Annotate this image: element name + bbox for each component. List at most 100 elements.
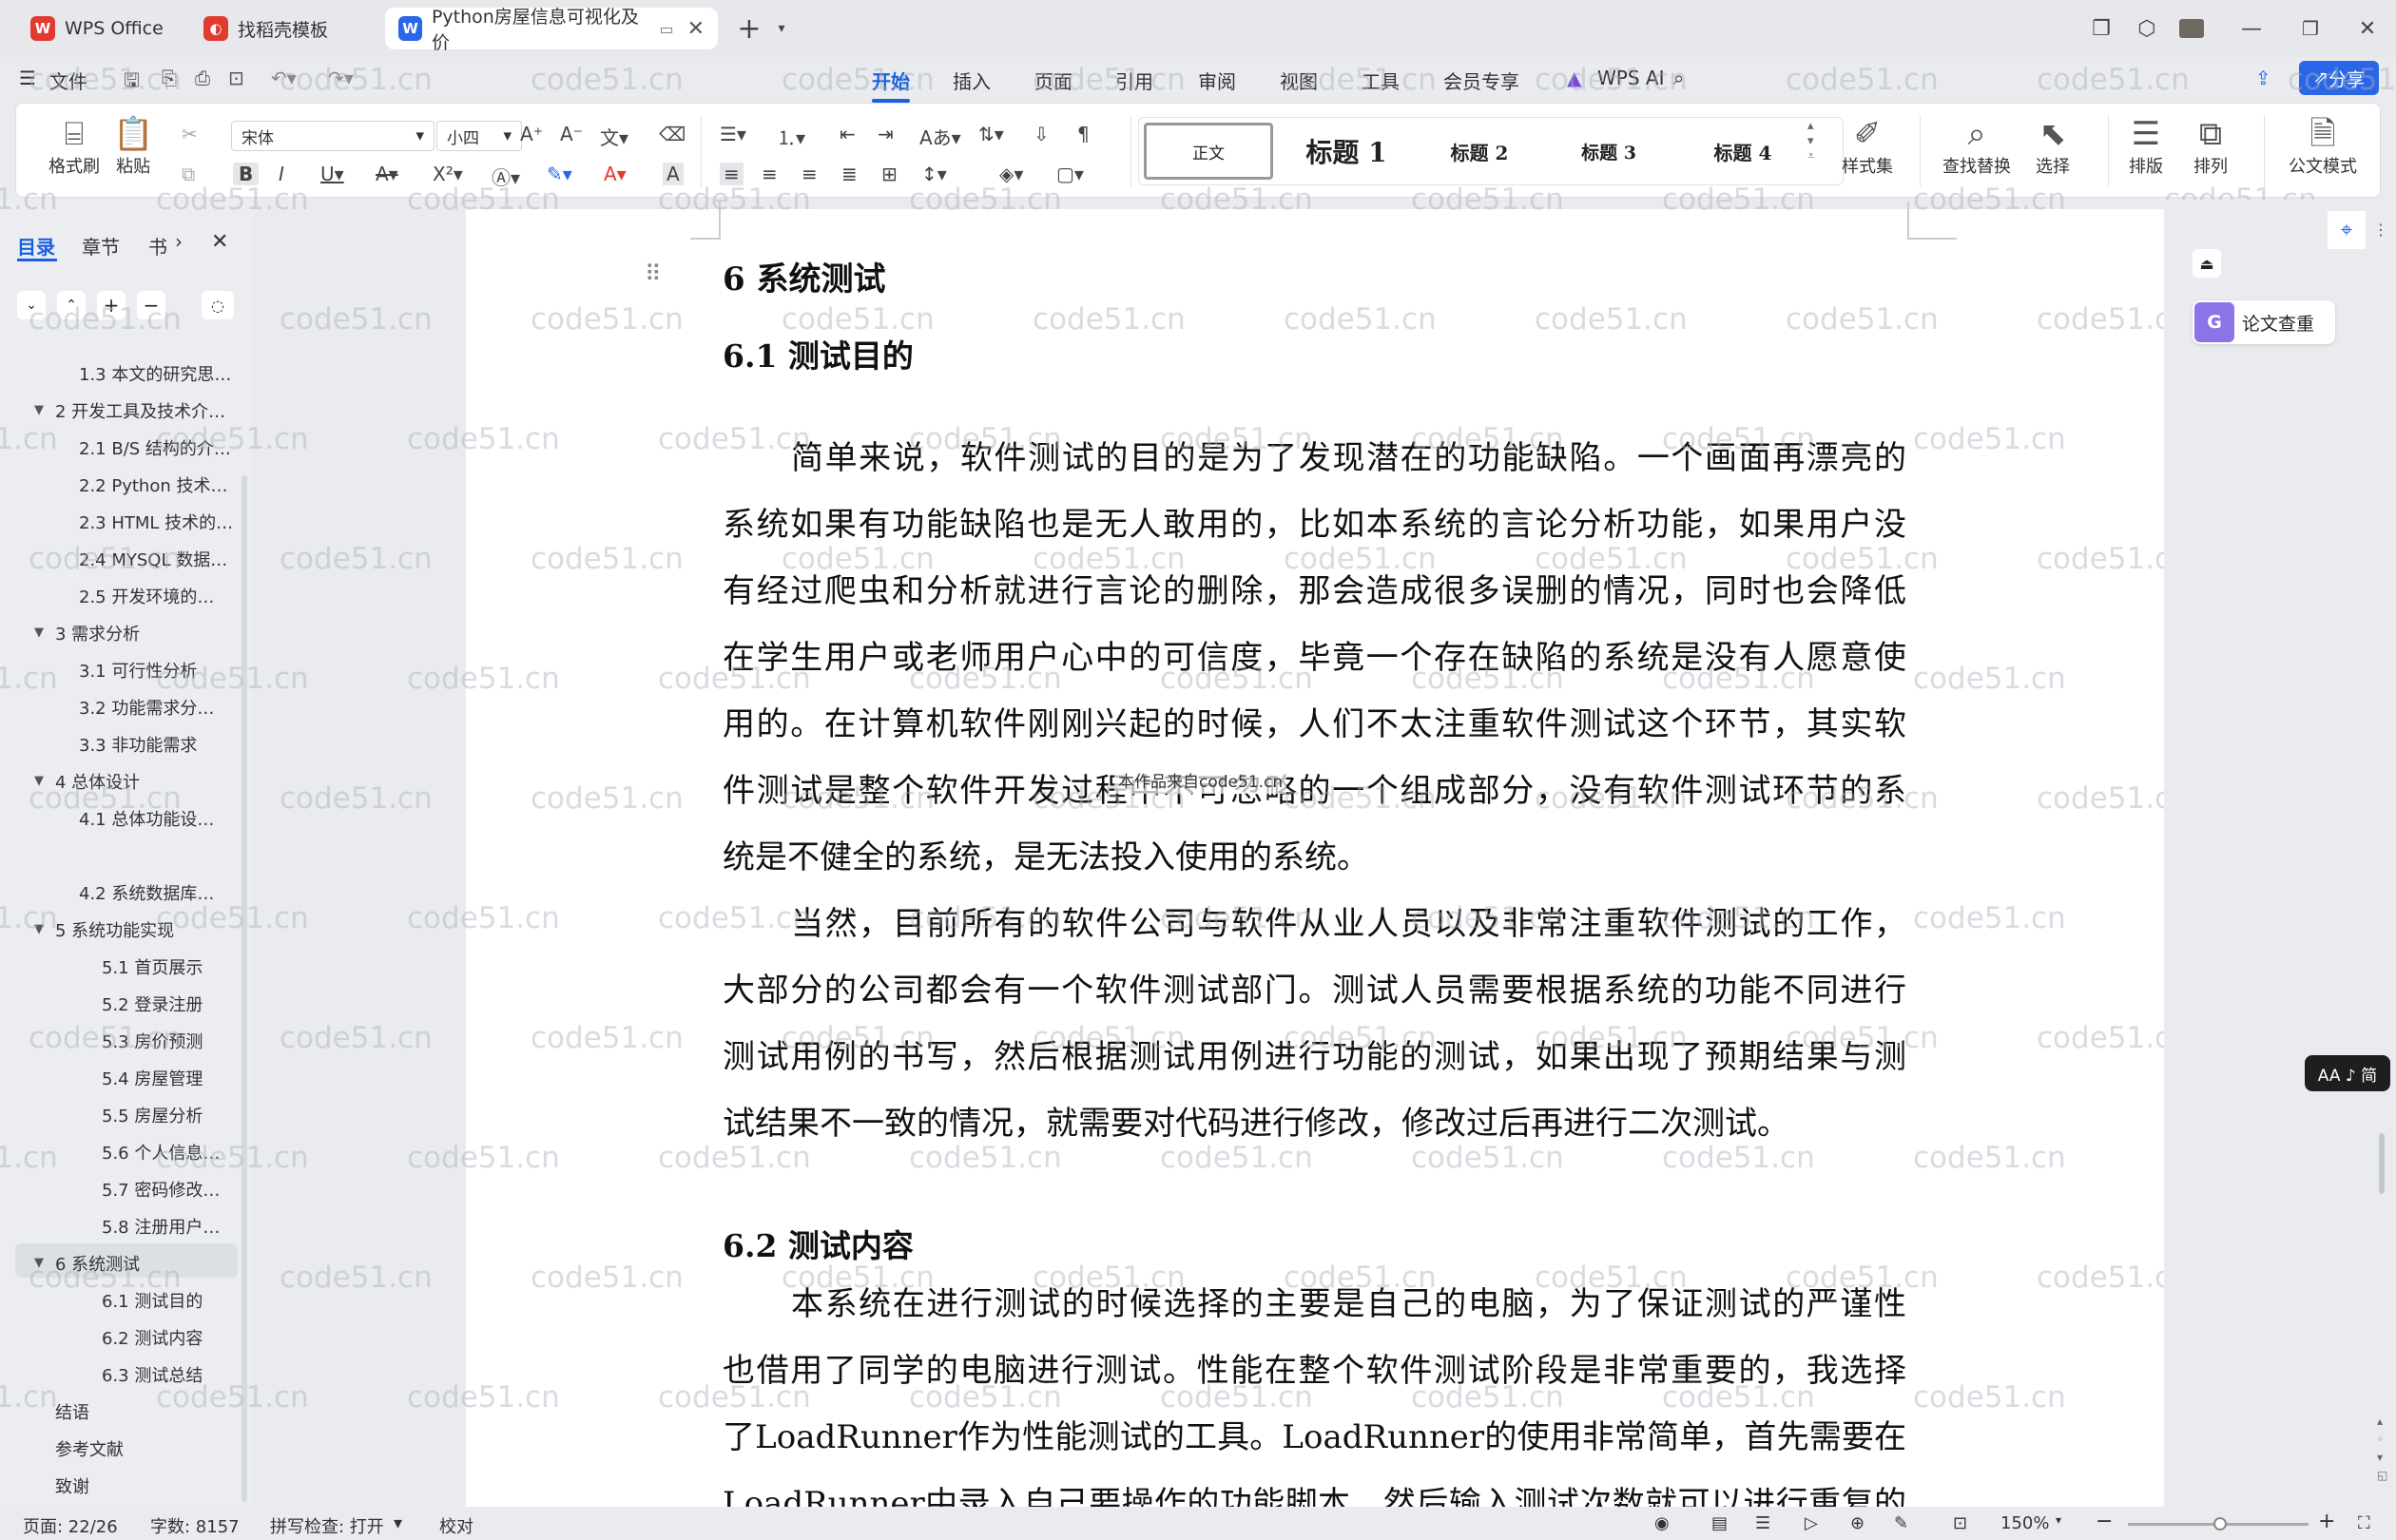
caret-down-icon[interactable]: ▼: [34, 774, 44, 788]
find-replace-button[interactable]: ⌕ 查找替换: [1942, 115, 2011, 178]
font-select[interactable]: 宋体 ▾: [231, 121, 435, 151]
toc-item[interactable]: 2.4 MYSQL 数据…: [79, 547, 227, 571]
close-window-icon[interactable]: ✕: [2352, 13, 2383, 44]
toc-item[interactable]: 4.1 总体功能设…: [79, 806, 214, 831]
highlight-icon[interactable]: ✎▾: [547, 163, 572, 185]
bold-icon[interactable]: B: [233, 163, 260, 185]
wps-ai-icon[interactable]: ▲: [1567, 67, 1581, 89]
collapse-up-icon[interactable]: ⏏: [2193, 249, 2221, 278]
toc-scrollbar[interactable]: [242, 475, 247, 1502]
page-nav-icons[interactable]: ▴ ◦ ▾ ◱: [2377, 1413, 2387, 1485]
copy-icon[interactable]: ⧉: [182, 163, 195, 185]
border-icon[interactable]: ▢▾: [1056, 163, 1084, 185]
italic-icon[interactable]: I: [279, 163, 284, 185]
style-heading-2[interactable]: 标题 2: [1418, 123, 1541, 180]
toc-item[interactable]: 3.3 非功能需求: [79, 732, 197, 757]
eraser-icon[interactable]: ⌫: [659, 123, 686, 145]
web-view-icon[interactable]: ⊕: [1850, 1513, 1865, 1533]
toc-item[interactable]: 致谢: [55, 1473, 89, 1498]
numbered-list-icon[interactable]: ⒈▾: [777, 123, 805, 150]
format-painter-button[interactable]: ⌸ 格式刷: [48, 115, 100, 178]
tab-document[interactable]: W Python房屋信息可视化及价 ▭ ✕: [385, 7, 718, 53]
menu-file[interactable]: 文件: [49, 67, 87, 94]
official-mode-button[interactable]: 🗎 公文模式: [2289, 115, 2357, 178]
redo-icon[interactable]: ↷▾: [328, 67, 354, 89]
toc-item[interactable]: 5.5 房屋分析: [102, 1103, 203, 1127]
proofread[interactable]: 校对: [439, 1513, 473, 1538]
increase-indent-icon[interactable]: ⇥: [878, 123, 894, 145]
text-direction-icon[interactable]: Aあ▾: [919, 123, 961, 150]
style-set-button[interactable]: ✐ 样式集: [1842, 115, 1893, 178]
caret-down-icon[interactable]: ▼: [34, 403, 44, 417]
strikethrough-icon[interactable]: A▾: [376, 163, 398, 185]
toc-item[interactable]: 参考文献: [55, 1436, 124, 1461]
plagiarism-check-button[interactable]: G 论文查重: [2193, 300, 2335, 344]
caret-down-icon[interactable]: ▼: [34, 1256, 44, 1270]
style-heading-1[interactable]: 标题 1: [1281, 123, 1412, 180]
style-heading-3[interactable]: 标题 3: [1547, 123, 1671, 180]
superscript-icon[interactable]: X²▾: [433, 163, 463, 185]
zoom-level[interactable]: 150%: [2000, 1513, 2049, 1533]
tab-template[interactable]: ◐ 找稻壳模板: [190, 8, 376, 49]
menu-home[interactable]: 开始: [872, 67, 910, 103]
tab-bookmark[interactable]: 书: [148, 232, 167, 260]
zoom-slider-handle[interactable]: [2213, 1517, 2227, 1530]
align-center-icon[interactable]: ≡: [762, 163, 778, 185]
menu-page[interactable]: 页面: [1034, 67, 1072, 94]
page-view-icon[interactable]: ▤: [1711, 1513, 1728, 1533]
toc-item[interactable]: 2.2 Python 技术…: [79, 472, 227, 497]
shrink-font-icon[interactable]: A⁻: [560, 123, 583, 145]
chevron-right-icon[interactable]: ›: [175, 230, 183, 253]
toc-item[interactable]: 3.2 功能需求分…: [79, 695, 214, 720]
sort-az-icon[interactable]: ⇩: [1034, 123, 1050, 145]
toc-item[interactable]: 3 需求分析: [55, 621, 140, 645]
menu-review[interactable]: 审阅: [1198, 67, 1236, 94]
chevron-down-icon[interactable]: ▾: [2056, 1513, 2061, 1527]
select-button[interactable]: ⬉ 选择: [2036, 115, 2070, 178]
underline-icon[interactable]: U▾: [320, 163, 344, 185]
search-icon[interactable]: ⌕: [1673, 67, 1684, 89]
new-tab-icon[interactable]: +: [734, 12, 764, 46]
more-dots-icon[interactable]: ⋮: [2373, 221, 2388, 239]
toc-item[interactable]: 4 总体设计: [55, 769, 140, 794]
typeset-button[interactable]: ☰ 排版: [2129, 115, 2163, 178]
toc-item[interactable]: 3.1 可行性分析: [79, 658, 197, 683]
font-size-select[interactable]: 小四 ▾: [436, 121, 522, 151]
play-icon[interactable]: ▷: [1805, 1513, 1818, 1533]
toc-item[interactable]: 6.2 测试内容: [102, 1325, 203, 1350]
menu-reference[interactable]: 引用: [1115, 67, 1153, 94]
document-scrollbar[interactable]: [2379, 1133, 2385, 1194]
hamburger-icon[interactable]: ☰: [19, 67, 36, 89]
chevron-down-icon[interactable]: ▾: [766, 13, 797, 44]
print-icon[interactable]: ⎙: [195, 67, 210, 89]
toc-item[interactable]: 5.1 首页展示: [102, 954, 203, 979]
bullet-list-icon[interactable]: ☰▾: [720, 123, 746, 145]
zoom-out-icon[interactable]: −: [2096, 1510, 2113, 1533]
align-right-icon[interactable]: ≡: [802, 163, 818, 185]
text-effect-icon[interactable]: Ⓐ▾: [492, 163, 520, 190]
fit-page-icon[interactable]: ⊡: [1953, 1513, 1967, 1533]
fullscreen-icon[interactable]: ⛶: [2358, 1513, 2370, 1533]
minimize-icon[interactable]: —: [2236, 13, 2267, 44]
toc-item[interactable]: 2.5 开发环境的…: [79, 584, 214, 608]
word-count[interactable]: 字数: 8157: [150, 1513, 240, 1538]
toc-settings-icon[interactable]: ◌: [202, 291, 234, 319]
toc-item[interactable]: 2 开发工具及技术介…: [55, 398, 225, 423]
zoom-in-icon[interactable]: +: [2318, 1510, 2335, 1533]
toc-item[interactable]: 5 系统功能实现: [55, 917, 174, 942]
drag-handle-icon[interactable]: ⠿: [645, 260, 662, 287]
screen-icon[interactable]: ▭: [659, 20, 673, 38]
char-shading-icon[interactable]: A: [663, 163, 684, 185]
style-normal[interactable]: 正文: [1144, 123, 1273, 180]
undo-icon[interactable]: ↶▾: [271, 67, 297, 89]
distribute-icon[interactable]: ⊞: [881, 163, 898, 185]
toc-item[interactable]: 5.2 登录注册: [102, 991, 203, 1016]
expand-up-icon[interactable]: ⌃: [57, 291, 86, 319]
avatar[interactable]: [2179, 19, 2204, 38]
close-panel-icon[interactable]: ✕: [211, 230, 228, 254]
toc-item[interactable]: 4.2 系统数据库…: [79, 880, 214, 905]
cube-icon[interactable]: ⬡: [2132, 13, 2162, 44]
decrease-indent-icon[interactable]: ⇤: [840, 123, 856, 145]
remove-icon[interactable]: −: [137, 291, 165, 319]
menu-wps-ai[interactable]: WPS AI: [1597, 67, 1664, 89]
